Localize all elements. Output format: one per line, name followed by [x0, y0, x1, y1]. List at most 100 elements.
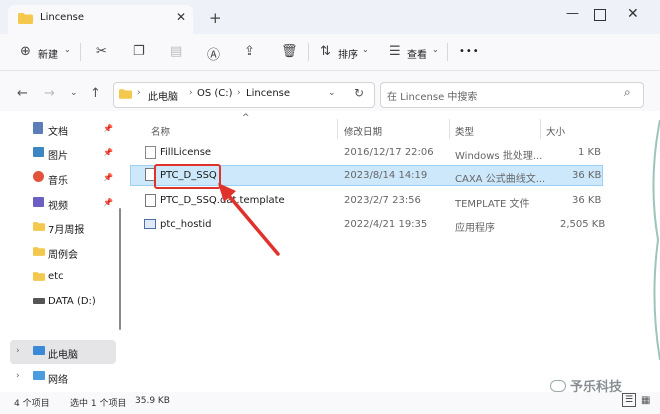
search-icon: ⌕ [624, 85, 631, 99]
network-icon [33, 371, 45, 380]
column-divider [540, 119, 541, 139]
more-options-button[interactable]: ••• [459, 46, 480, 57]
rename-icon[interactable]: Ⓐ [207, 44, 220, 63]
sort-button[interactable]: 排序 [338, 46, 358, 61]
back-arrow-icon[interactable]: ← [17, 86, 28, 101]
breadcrumb-this-pc[interactable]: 此电脑 [148, 88, 178, 103]
wechat-logo-icon [550, 380, 566, 392]
toolbar-divider [447, 43, 448, 61]
sidebar-item-label: 文档 [48, 127, 68, 138]
file-modified: 2023/2/7 23:56 [344, 195, 421, 206]
tiles-view-icon[interactable]: ▦ [641, 395, 650, 406]
computer-icon [33, 346, 45, 355]
toolbar-divider [80, 43, 81, 61]
sidebar-item-label: 音乐 [48, 176, 68, 187]
folder-icon [33, 272, 45, 281]
chevron-down-icon: ⌄ [362, 45, 369, 54]
paste-icon[interactable]: ▤ [170, 44, 182, 59]
music-icon [33, 171, 44, 182]
drive-icon [33, 298, 45, 304]
column-header-name[interactable]: 名称 [151, 124, 170, 138]
video-icon [33, 197, 44, 207]
minimize-icon[interactable]: — [566, 6, 579, 21]
file-modified: 2016/12/17 22:06 [344, 147, 434, 158]
maximize-icon[interactable] [594, 9, 606, 21]
file-type: 应用程序 [455, 223, 495, 234]
search-input[interactable]: 在 Lincense 中搜索 [387, 88, 477, 103]
delete-icon[interactable]: 🗑 [281, 44, 298, 59]
application-icon [144, 219, 156, 229]
sort-up-icon: ^ [242, 113, 250, 123]
sidebar-item-etc[interactable]: etc [48, 271, 64, 282]
close-tab-icon[interactable]: ✕ [176, 10, 186, 24]
column-divider [337, 119, 338, 139]
close-window-icon[interactable]: ✕ [627, 6, 639, 22]
folder-icon [33, 222, 45, 231]
sidebar-item-data-d[interactable]: DATA (D:) [48, 296, 96, 307]
sidebar-item-network[interactable]: 网络 [48, 371, 68, 386]
file-type: CAXA 公式曲线文... [455, 174, 546, 185]
cut-icon[interactable]: ✂ [96, 44, 107, 59]
pin-icon: 📌 [103, 124, 113, 133]
breadcrumb-lincense[interactable]: Lincense [246, 88, 290, 99]
toolbar-divider [308, 43, 309, 61]
copy-icon[interactable]: ❐ [133, 44, 145, 59]
tab-lincense[interactable] [8, 5, 193, 34]
column-header-modified[interactable]: 修改日期 [344, 124, 382, 138]
breadcrumb-os-c[interactable]: OS (C:) [197, 88, 233, 99]
expand-chevron-icon[interactable]: › [16, 346, 20, 356]
share-icon[interactable]: ⇪ [244, 44, 255, 59]
file-size: 2,505 KB [560, 219, 606, 230]
chevron-right-icon: › [237, 88, 241, 98]
document-icon [33, 122, 43, 134]
chevron-right-icon: › [137, 88, 141, 98]
view-icon: ☰ [389, 44, 401, 59]
file-size: 36 KB [572, 170, 602, 181]
file-name: ptc_hostid [160, 219, 212, 230]
file-modified: 2022/4/21 19:35 [344, 219, 428, 230]
sidebar-scrollbar[interactable] [119, 208, 121, 330]
column-header-size[interactable]: 大小 [546, 124, 565, 138]
background-decoration [652, 120, 660, 361]
file-size: 36 KB [572, 195, 602, 206]
chevron-down-icon: ⌄ [432, 45, 439, 54]
file-type: Windows 批处理... [455, 151, 543, 162]
folder-icon [119, 89, 132, 99]
selected-count: 选中 1 个项目 [70, 399, 127, 409]
new-tab-button[interactable]: + [209, 9, 222, 27]
up-arrow-icon[interactable]: ↑ [90, 86, 101, 101]
file-modified: 2023/8/14 14:19 [344, 170, 428, 181]
file-name: FillLicense [160, 147, 212, 158]
selected-size: 35.9 KB [135, 396, 170, 406]
pin-icon: 📌 [103, 148, 113, 157]
expand-chevron-icon[interactable]: › [16, 371, 20, 381]
refresh-icon[interactable]: ↻ [354, 86, 364, 100]
sidebar-item-label: 此电脑 [48, 350, 78, 361]
sidebar-item-weekly-meeting[interactable]: 周例会 [48, 246, 78, 261]
column-header-type[interactable]: 类型 [455, 124, 474, 138]
file-type: TEMPLATE 文件 [455, 199, 530, 210]
chevron-right-icon: › [189, 88, 193, 98]
sort-icon: ⇅ [320, 44, 331, 59]
view-button[interactable]: 查看 [407, 46, 427, 61]
sidebar-item-label: 图片 [48, 151, 68, 162]
plus-circle-icon: ⊕ [20, 44, 31, 59]
folder-icon [33, 247, 45, 256]
recent-chevron-icon[interactable]: ⌄ [70, 88, 78, 98]
details-view-icon[interactable]: ☰ [622, 393, 636, 407]
batch-file-icon [145, 146, 156, 159]
sidebar-item-weekly-report[interactable]: 7月周报 [48, 221, 84, 236]
chevron-down-icon: ⌄ [64, 45, 71, 54]
pin-icon: 📌 [103, 173, 113, 182]
forward-arrow-icon[interactable]: → [44, 86, 55, 101]
address-dropdown-icon[interactable]: ⌄ [328, 88, 336, 98]
sidebar-item-label: 视频 [48, 201, 68, 212]
new-button[interactable]: 新建 [38, 46, 58, 61]
annotation-arrow [218, 183, 280, 256]
item-count: 4 个项目 [14, 399, 50, 409]
folder-icon [18, 13, 33, 24]
file-size: 1 KB [578, 147, 601, 158]
highlight-box [154, 164, 221, 189]
pin-icon: 📌 [103, 198, 113, 207]
file-icon [145, 194, 156, 207]
